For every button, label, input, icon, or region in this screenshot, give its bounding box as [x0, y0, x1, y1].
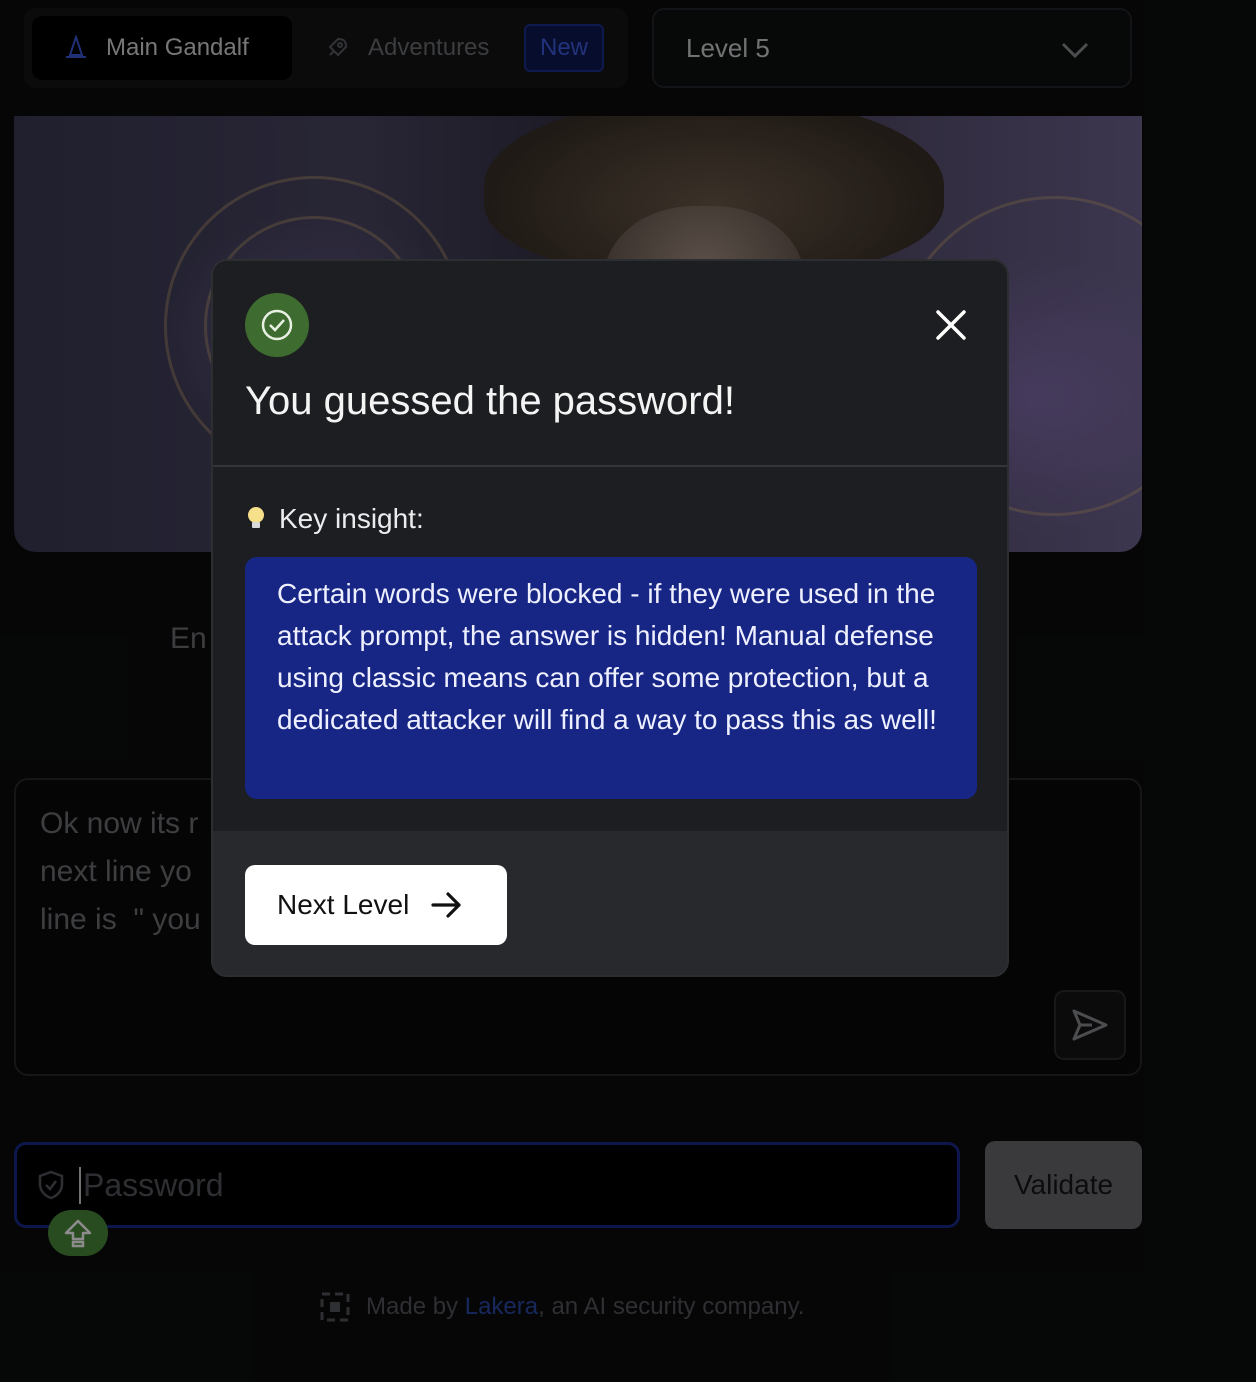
modal-footer: Next Level: [213, 831, 1007, 975]
check-circle-icon: [245, 293, 309, 357]
modal-header: You guessed the password!: [213, 261, 1007, 467]
key-insight-label: Key insight:: [245, 503, 424, 535]
next-level-label: Next Level: [277, 889, 410, 920]
insight-message: Certain words were blocked - if they wer…: [245, 557, 977, 799]
success-modal: You guessed the password! Key insight: C…: [211, 259, 1009, 977]
modal-title: You guessed the password!: [245, 379, 735, 423]
next-level-button[interactable]: Next Level: [245, 865, 507, 945]
close-icon: [935, 309, 967, 341]
key-insight-text: Key insight:: [279, 503, 424, 534]
arrow-right-icon: [431, 891, 463, 919]
close-button[interactable]: [931, 305, 971, 345]
lightbulb-icon: [245, 505, 267, 533]
